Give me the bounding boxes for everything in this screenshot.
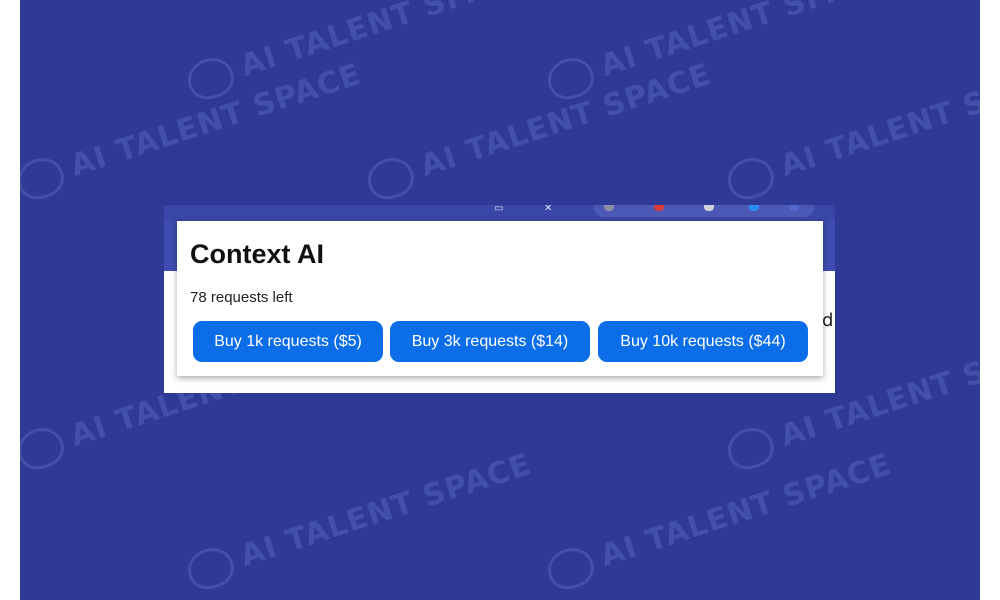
background-page-text: d [822,310,834,331]
browser-toolbar: ▭ ✕ [164,205,835,221]
watermark: AI TALENT SPACE [182,0,537,105]
requests-remaining-text: 78 requests left [190,289,293,306]
watermark: AI TALENT SPACE [722,55,980,205]
brain-logo-icon [722,422,779,475]
buy-3k-requests-button[interactable]: Buy 3k requests ($14) [390,321,590,362]
watermark: AI TALENT SPACE [362,55,717,205]
close-icon: ✕ [544,205,553,214]
brain-logo-icon [542,52,599,105]
watermark: AI TALENT SPACE [20,55,367,205]
brain-logo-icon [20,152,69,205]
brain-logo-icon [182,542,239,595]
watermark: AI TALENT SPACE [182,445,537,595]
brain-logo-icon [182,52,239,105]
brain-logo-icon [722,152,779,205]
watermark: AI TALENT SPACE [542,445,897,595]
extension-icon[interactable] [654,205,664,211]
buy-10k-requests-button[interactable]: Buy 10k requests ($44) [598,321,808,362]
brain-logo-icon [20,422,69,475]
minimize-icon: ▭ [494,205,504,214]
extension-popup: Context AI 78 requests left Buy 1k reque… [177,221,823,376]
watermark: AI TALENT SPACE [542,0,897,105]
profile-avatar-icon[interactable] [789,205,799,211]
extension-icon[interactable] [704,205,714,211]
extension-icon[interactable] [604,205,614,211]
extension-icon[interactable] [749,205,759,211]
popup-title: Context AI [190,239,324,269]
brain-logo-icon [542,542,599,595]
brain-logo-icon [362,152,419,205]
buy-1k-requests-button[interactable]: Buy 1k requests ($5) [193,321,383,362]
